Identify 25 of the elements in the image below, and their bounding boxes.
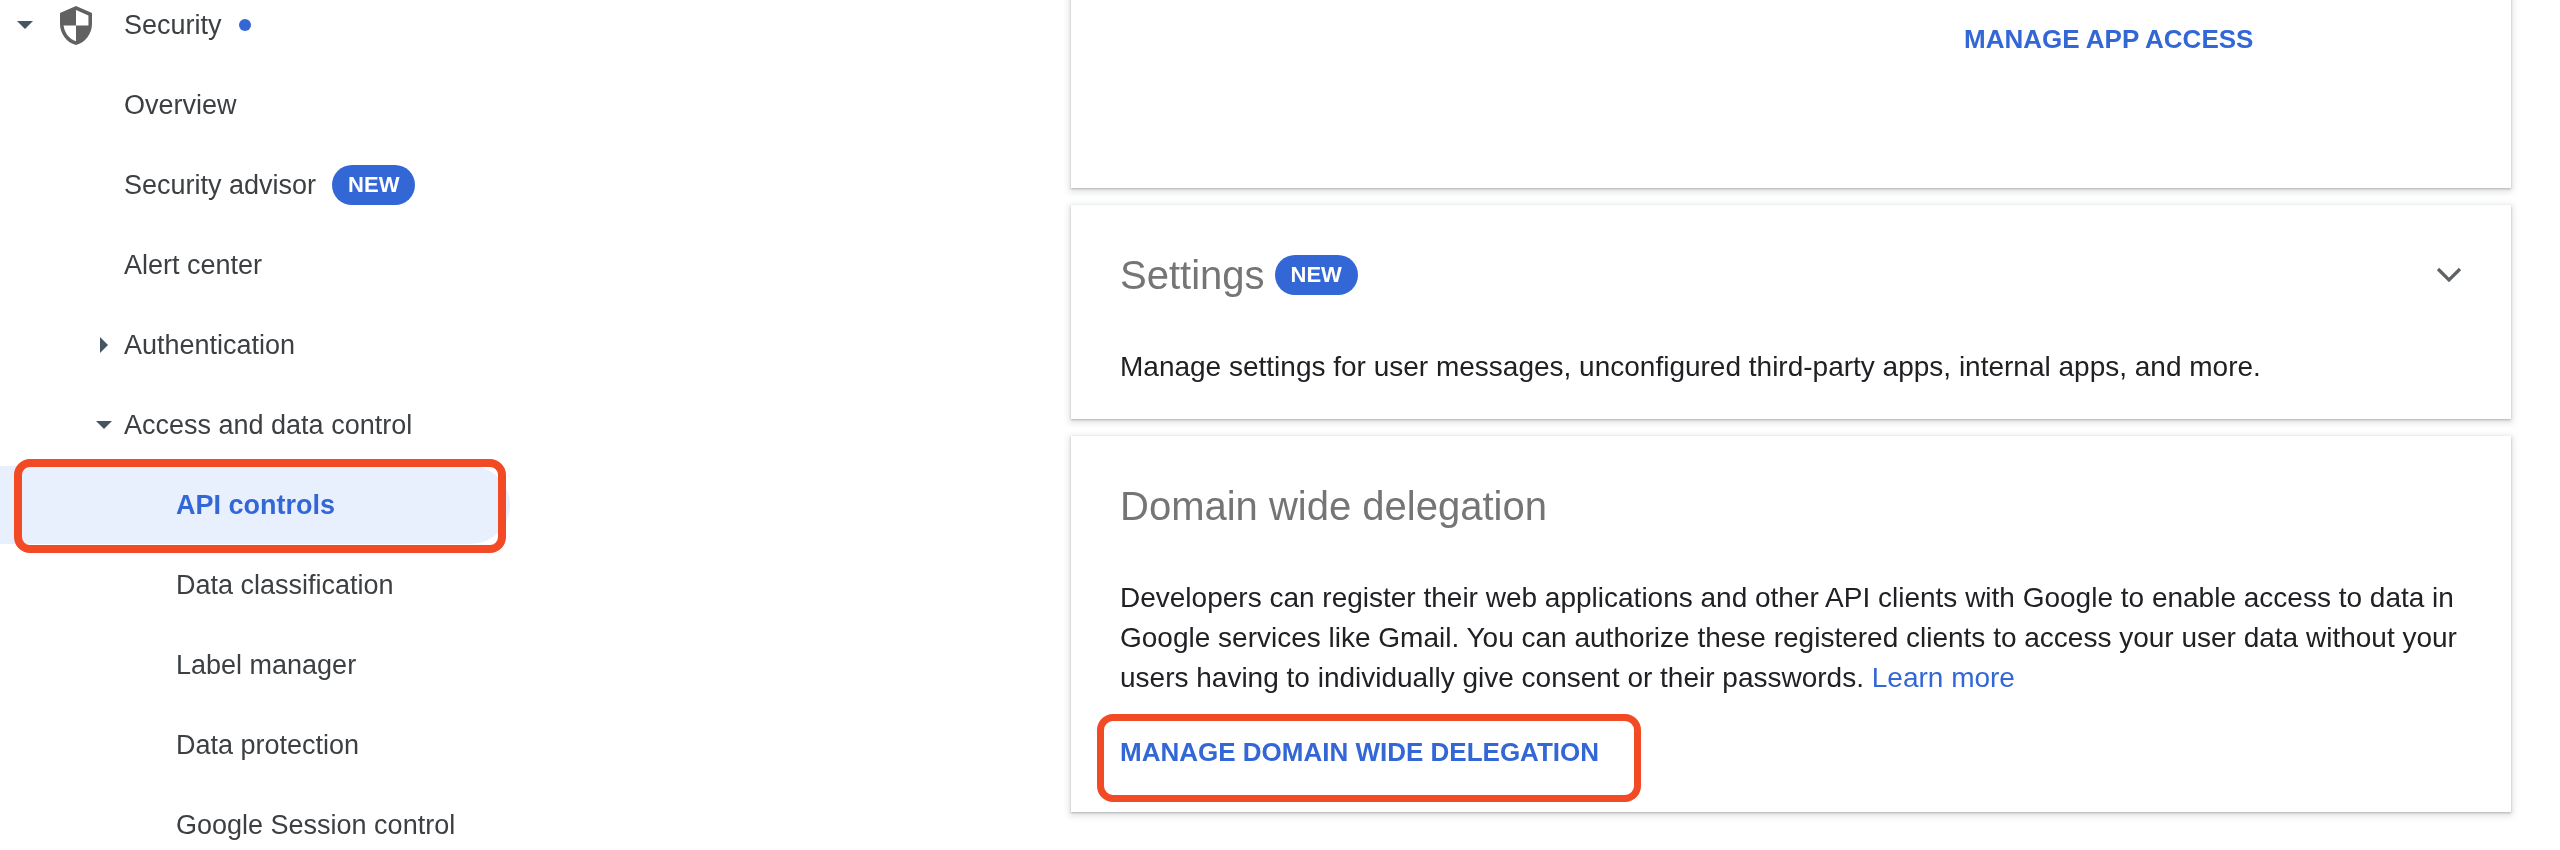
sidebar-item[interactable]: Security advisor NEW [0,146,510,224]
learn-more-link[interactable]: Learn more [1871,662,2015,693]
new-badge: NEW [332,165,416,205]
action-button[interactable]: MANAGE DOMAIN WIDE DELEGATION [1120,732,1600,772]
sidebar-item[interactable]: Data protection [0,706,510,784]
caret-right-icon[interactable] [100,337,108,353]
sidebar-item[interactable]: Data classification [0,546,510,624]
new-badge: NEW [1274,255,1358,295]
sidebar-item[interactable]: Alert center [0,226,510,304]
sidebar-item[interactable]: Label manager [0,626,510,704]
sidebar-item[interactable]: Google Session control [0,786,510,850]
sidebar-item[interactable]: Overview [0,66,510,144]
card-description: Manage settings for user messages, unconfigured third-party apps, internal apps, and more. [1120,350,2262,384]
caret-down-icon[interactable] [96,421,112,429]
sidebar-item[interactable]: Security [0,0,510,64]
caret-down-icon[interactable] [17,21,33,29]
card-title: Domain wide delegation [1120,483,1547,530]
shield-icon [60,5,92,45]
action-button[interactable]: MANAGE APP ACCESS [1964,19,2254,59]
card-description: Developers can register their web applications and other API clients with Google to enable access to data in Google services like Gmail. You can authorize these registered clients to access your user data without your users having to individually give consent or their passwords. Learn more [1120,581,2458,695]
sidebar-item[interactable]: API controls [0,466,510,544]
chevron-down-icon[interactable] [2436,267,2462,283]
sidebar-item[interactable]: Authentication [0,306,510,384]
sidebar-item[interactable]: Access and data control [0,386,510,464]
card-title: Settings [1120,252,1265,299]
